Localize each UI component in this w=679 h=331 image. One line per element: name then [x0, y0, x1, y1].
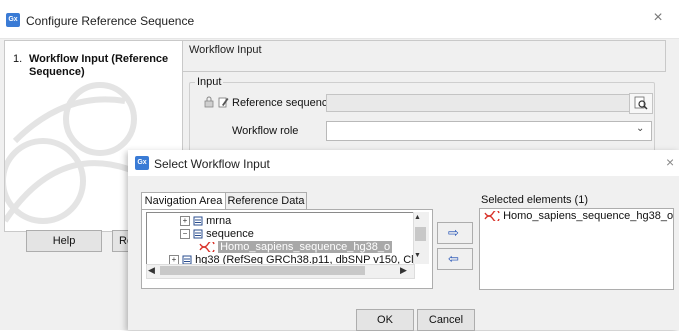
tree-item[interactable]: + mrna [180, 214, 231, 228]
scroll-down-icon[interactable]: ▼ [414, 252, 421, 259]
add-to-selection-button[interactable]: ⇨ [437, 222, 473, 244]
browse-icon [634, 96, 648, 110]
database-icon [193, 229, 203, 239]
section-title: Workflow Input [189, 44, 262, 56]
reference-sequence-field[interactable] [326, 94, 630, 112]
browse-button[interactable] [629, 93, 653, 114]
sequence-icon [199, 242, 215, 253]
workflow-role-label: Workflow role [232, 125, 299, 137]
chevron-down-icon[interactable]: ⌄ [636, 123, 644, 134]
vertical-scroll-thumb[interactable] [415, 227, 426, 241]
tab-reference-data[interactable]: Reference Data [225, 192, 307, 209]
scroll-left-icon[interactable]: ◀ [148, 265, 155, 276]
arrow-left-icon: ⇦ [448, 251, 459, 266]
tree-item-selected[interactable]: Homo_sapiens_sequence_hg38_o [199, 240, 393, 254]
database-icon [193, 216, 203, 226]
help-button[interactable]: Help [26, 230, 102, 252]
workflow-role-select[interactable] [326, 121, 652, 141]
tree-item-label: Homo_sapiens_sequence_hg38_o [218, 241, 393, 253]
reference-sequence-label: Reference sequence [232, 97, 334, 109]
selected-element-label: Homo_sapiens_sequence_hg38_o [503, 210, 674, 222]
navigation-tree[interactable]: + mrna − sequence Homo_sapiens_sequence_… [146, 212, 415, 266]
input-group-legend: Input [195, 76, 224, 88]
edit-icon[interactable] [218, 96, 229, 108]
ok-button[interactable]: OK [356, 309, 414, 331]
outer-dialog-title: Configure Reference Sequence [26, 14, 195, 28]
inner-dialog-title: Select Workflow Input [154, 157, 270, 171]
tree-item-label: sequence [206, 228, 254, 240]
tab-navigation-area[interactable]: Navigation Area [141, 192, 226, 210]
remove-from-selection-button[interactable]: ⇦ [437, 248, 473, 270]
selected-element-item[interactable]: Homo_sapiens_sequence_hg38_o [484, 210, 673, 222]
step-number: 1. [13, 53, 23, 65]
close-icon[interactable]: × [666, 154, 674, 170]
horizontal-scroll-thumb[interactable] [160, 266, 365, 275]
app-logo-icon: Gx [6, 13, 20, 27]
arrow-right-icon: ⇨ [448, 225, 459, 240]
sequence-icon [484, 211, 500, 222]
selected-elements-label: Selected elements (1) [481, 194, 588, 206]
scroll-up-icon[interactable]: ▲ [414, 214, 421, 221]
lock-icon [204, 96, 214, 108]
tree-item[interactable]: − sequence [180, 227, 254, 241]
input-group [189, 82, 655, 154]
workflow-input-header: Workflow Input [182, 40, 666, 72]
scroll-right-icon[interactable]: ▶ [400, 265, 407, 276]
cancel-button[interactable]: Cancel [417, 309, 475, 331]
tree-item-label: mrna [206, 215, 232, 227]
expand-icon[interactable]: + [180, 216, 190, 227]
collapse-icon[interactable]: − [180, 229, 190, 240]
app-logo-icon: Gx [135, 156, 149, 170]
close-icon[interactable]: × [650, 10, 666, 26]
